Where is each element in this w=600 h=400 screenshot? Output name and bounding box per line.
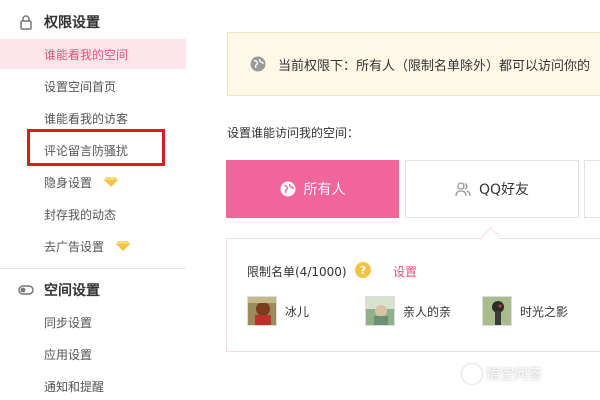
friend-name: 亲人的亲 xyxy=(403,304,452,319)
toggle-icon xyxy=(18,285,34,295)
sidebar-item-archive-posts[interactable]: 封存我的动态 xyxy=(0,199,186,229)
sidebar-item-stealth-settings[interactable]: 隐身设置 xyxy=(0,167,186,197)
divider xyxy=(0,268,186,269)
globe-icon xyxy=(250,56,266,72)
watermark: 悟空问答 xyxy=(462,364,542,384)
section-title: 空间设置 xyxy=(44,283,100,299)
notice-text: 当前权限下：所有人（限制名单除外）都可以访问你的 xyxy=(278,58,591,74)
watermark-text: 悟空问答 xyxy=(486,367,542,383)
sidebar-item-remove-ads[interactable]: 去广告设置 xyxy=(0,231,186,261)
option-more[interactable] xyxy=(584,160,600,218)
option-everyone[interactable]: 所有人 xyxy=(226,160,399,218)
option-label: QQ好友 xyxy=(478,182,530,198)
section-permission-settings: 权限设置 xyxy=(0,4,186,40)
who-can-access-label: 设置谁能访问我的空间： xyxy=(227,126,360,140)
lock-icon xyxy=(20,15,32,30)
sidebar-item-label: 去广告设置 xyxy=(44,239,105,254)
sidebar-item-label: 封存我的动态 xyxy=(44,207,117,222)
avatar xyxy=(247,296,277,326)
sidebar-item-label: 通知和提醒 xyxy=(44,379,105,394)
sidebar-item-label: 隐身设置 xyxy=(44,175,93,190)
gem-icon xyxy=(116,241,130,251)
sidebar-item-set-homepage[interactable]: 设置空间首页 xyxy=(0,71,186,101)
option-label: 所有人 xyxy=(303,182,346,198)
sidebar-item-notifications[interactable]: 通知和提醒 xyxy=(0,371,186,400)
option-qq-friends[interactable]: QQ好友 xyxy=(405,160,579,218)
friend-item[interactable]: 冰儿 xyxy=(247,295,309,327)
sidebar-item-label: 设置空间首页 xyxy=(44,79,117,94)
avatar xyxy=(482,296,512,326)
globe-icon xyxy=(280,181,295,197)
watermark-logo-icon xyxy=(462,364,482,384)
permission-notice: 当前权限下：所有人（限制名单除外）都可以访问你的 xyxy=(227,32,600,96)
main-content: 当前权限下：所有人（限制名单除外）都可以访问你的 设置谁能访问我的空间： 所有人… xyxy=(186,0,600,400)
sidebar-item-who-can-view-space[interactable]: 谁能看我的空间 xyxy=(0,39,186,69)
restriction-panel: 限制名单(4/1000) ? 设置 冰儿 亲人的亲 时光之影 xyxy=(226,238,600,352)
friend-name: 时光之影 xyxy=(520,304,569,319)
friend-item[interactable]: 亲人的亲 xyxy=(365,295,451,327)
sidebar-item-label: 同步设置 xyxy=(44,315,93,330)
highlight-annotation-box xyxy=(27,129,165,166)
sidebar-item-label: 谁能看我的空间 xyxy=(44,47,129,62)
restriction-list-label: 限制名单(4/1000) xyxy=(247,265,347,279)
friends-icon xyxy=(455,182,471,197)
friend-item[interactable]: 时光之影 xyxy=(482,295,568,327)
sidebar-item-label: 谁能看我的访客 xyxy=(44,111,129,126)
restriction-settings-link[interactable]: 设置 xyxy=(393,263,417,280)
section-space-settings: 空间设置 xyxy=(0,272,186,308)
section-title: 权限设置 xyxy=(44,15,100,31)
sidebar: 权限设置 谁能看我的空间 设置空间首页 谁能看我的访客 评论留言防骚扰 隐身设置… xyxy=(0,0,186,400)
sidebar-item-label: 应用设置 xyxy=(44,347,93,362)
friend-name: 冰儿 xyxy=(285,304,310,319)
avatar xyxy=(365,296,395,326)
gem-icon xyxy=(104,177,118,187)
help-icon[interactable]: ? xyxy=(355,262,371,278)
sidebar-item-sync-settings[interactable]: 同步设置 xyxy=(0,307,186,337)
sidebar-item-app-settings[interactable]: 应用设置 xyxy=(0,339,186,369)
